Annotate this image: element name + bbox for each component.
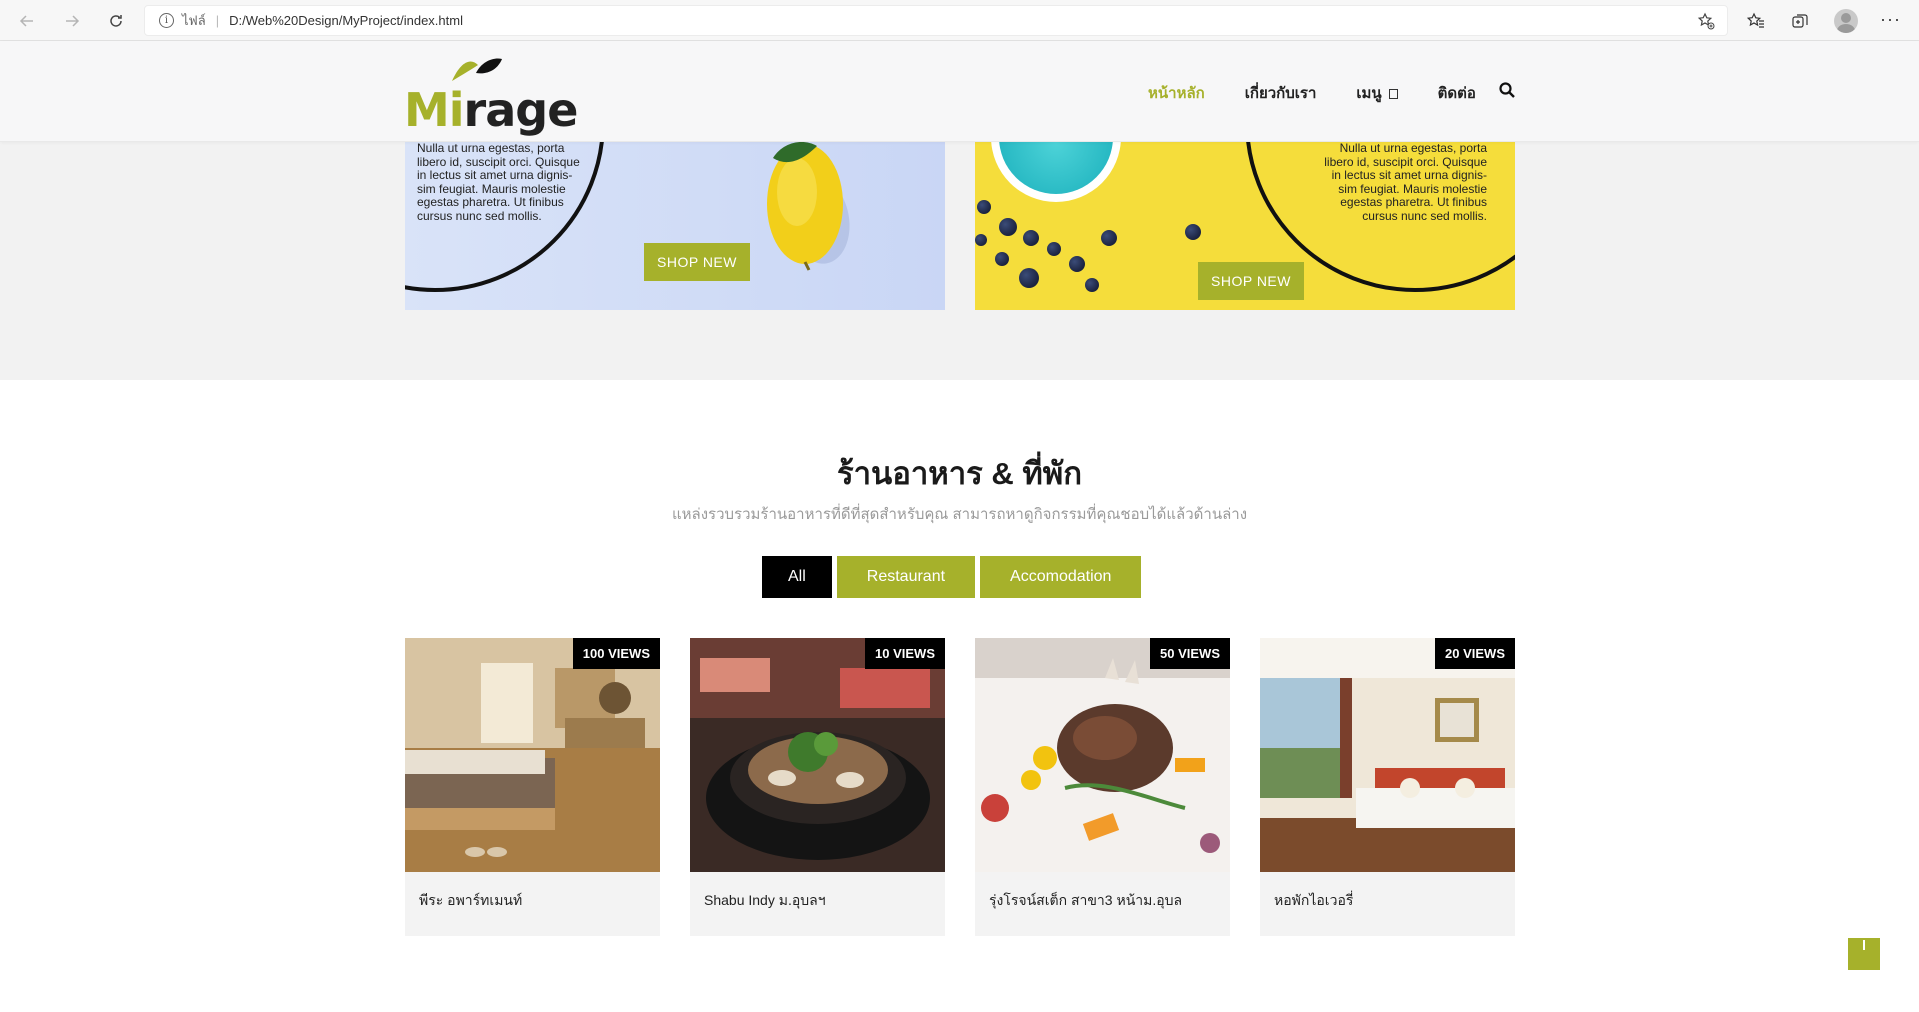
lemon-image (767, 142, 850, 271)
more-options-icon[interactable]: ··· (1880, 9, 1901, 30)
blueberry (1069, 256, 1085, 272)
browser-toolbar: i ไฟล์ | D:/Web%20Design/MyProject/index… (0, 0, 1919, 41)
add-favorite-icon[interactable] (1697, 12, 1715, 30)
nav-menu-label: เมนู (1356, 85, 1382, 102)
collections-icon (1792, 14, 1808, 28)
nav-contact[interactable]: ติดต่อ (1438, 81, 1476, 105)
views-badge: 100 VIEWS (572, 638, 660, 669)
card-title[interactable]: รุ่งโรจน์สเต็ก สาขา3 หน้าม.อุบล (989, 890, 1182, 912)
blueberry (975, 234, 987, 246)
filter-all[interactable]: All (762, 556, 832, 598)
views-badge: 10 VIEWS (865, 638, 945, 669)
url-separator: | (215, 13, 220, 28)
banner-area: Nulla ut urna egestas, porta libero id, … (0, 142, 1919, 380)
reload-button[interactable] (104, 9, 128, 33)
site-logo[interactable]: Mirage (404, 55, 578, 137)
blueberry (1047, 242, 1061, 256)
dorm-room-photo (1260, 638, 1515, 872)
address-bar[interactable]: i ไฟล์ | D:/Web%20Design/MyProject/index… (144, 5, 1728, 36)
favorites-button[interactable] (1744, 9, 1768, 33)
back-to-top-button[interactable] (1848, 938, 1880, 970)
shop-new-button[interactable]: SHOP NEW (644, 243, 750, 281)
promo-banner-lemon[interactable]: Nulla ut urna egestas, porta libero id, … (405, 142, 945, 310)
views-badge: 20 VIEWS (1435, 638, 1515, 669)
card-title[interactable]: หอพักไอเวอรี่ (1274, 890, 1353, 912)
blueberry (995, 252, 1009, 266)
shabu-photo (690, 638, 945, 872)
listing-card[interactable]: 50 VIEWS รุ่งโรจน์สเต็ก สาขา3 หน้าม.อุบล (975, 638, 1230, 936)
card-image[interactable] (405, 638, 660, 872)
favorites-icon (1747, 12, 1764, 28)
card-image[interactable] (975, 638, 1230, 872)
logo-text-accent: Mi (404, 83, 465, 137)
banner-text: Nulla ut urna egestas, porta libero id, … (1324, 142, 1487, 223)
steak-photo (975, 638, 1230, 872)
card-image[interactable] (690, 638, 945, 872)
card-title[interactable]: Shabu Indy ม.อุบลฯ (704, 890, 826, 912)
url-text[interactable]: D:/Web%20Design/MyProject/index.html (229, 13, 463, 28)
card-image[interactable] (1260, 638, 1515, 872)
banner-text: Nulla ut urna egestas, porta libero id, … (417, 142, 580, 223)
listing-card[interactable]: 10 VIEWS Shabu Indy ม.อุบลฯ (690, 638, 945, 936)
nav-about[interactable]: เกี่ยวกับเรา (1245, 81, 1317, 105)
blueberry (1185, 224, 1201, 240)
back-button[interactable] (15, 9, 39, 33)
promo-banner-blueberry[interactable]: Nulla ut urna egestas, porta libero id, … (975, 142, 1515, 310)
nav-home[interactable]: หน้าหลัก (1148, 81, 1205, 105)
blueberry (1085, 278, 1099, 292)
listing-card[interactable]: 100 VIEWS พีระ อพาร์ทเมนท์ (405, 638, 660, 936)
blueberry (1023, 230, 1039, 246)
blueberry (977, 200, 991, 214)
profile-avatar[interactable] (1834, 9, 1858, 33)
category-filter: All Restaurant Accomodation (762, 556, 1146, 598)
views-badge: 50 VIEWS (1150, 638, 1230, 669)
shop-new-button[interactable]: SHOP NEW (1198, 262, 1304, 300)
section-title: ร้านอาหาร & ที่พัก (836, 456, 1083, 491)
filter-accomodation[interactable]: Accomodation (980, 556, 1142, 598)
blueberry (1019, 268, 1039, 288)
listing-card[interactable]: 20 VIEWS หอพักไอเวอรี่ (1260, 638, 1515, 936)
arrow-right-icon (66, 15, 80, 27)
section-subtitle: แหล่งรวบรวมร้านอาหารที่ดีที่สุดสำหรับคุณ… (671, 506, 1248, 523)
bedroom-photo (405, 638, 660, 872)
info-icon[interactable]: i (159, 13, 174, 28)
dropdown-icon (1388, 89, 1398, 99)
blueberry (1101, 230, 1117, 246)
arrow-left-icon (19, 15, 33, 27)
site-header: Mirage หน้าหลัก เกี่ยวกับเรา เมนู ติดต่อ (0, 41, 1919, 142)
blueberry (999, 218, 1017, 236)
collections-button[interactable] (1788, 9, 1812, 33)
reload-icon (110, 15, 122, 27)
nav-menu[interactable]: เมนู (1356, 81, 1398, 105)
main-nav: หน้าหลัก เกี่ยวกับเรา เมนู ติดต่อ (1148, 81, 1516, 105)
filter-restaurant[interactable]: Restaurant (836, 556, 976, 598)
logo-text: Mirage (404, 83, 579, 137)
logo-text-main: rage (463, 83, 579, 137)
search-icon[interactable] (1498, 81, 1516, 99)
card-title[interactable]: พีระ อพาร์ทเมนท์ (419, 890, 522, 912)
smoothie-bowl-image (991, 142, 1121, 202)
url-scheme-label: ไฟล์ (182, 13, 206, 28)
forward-button[interactable] (60, 9, 84, 33)
